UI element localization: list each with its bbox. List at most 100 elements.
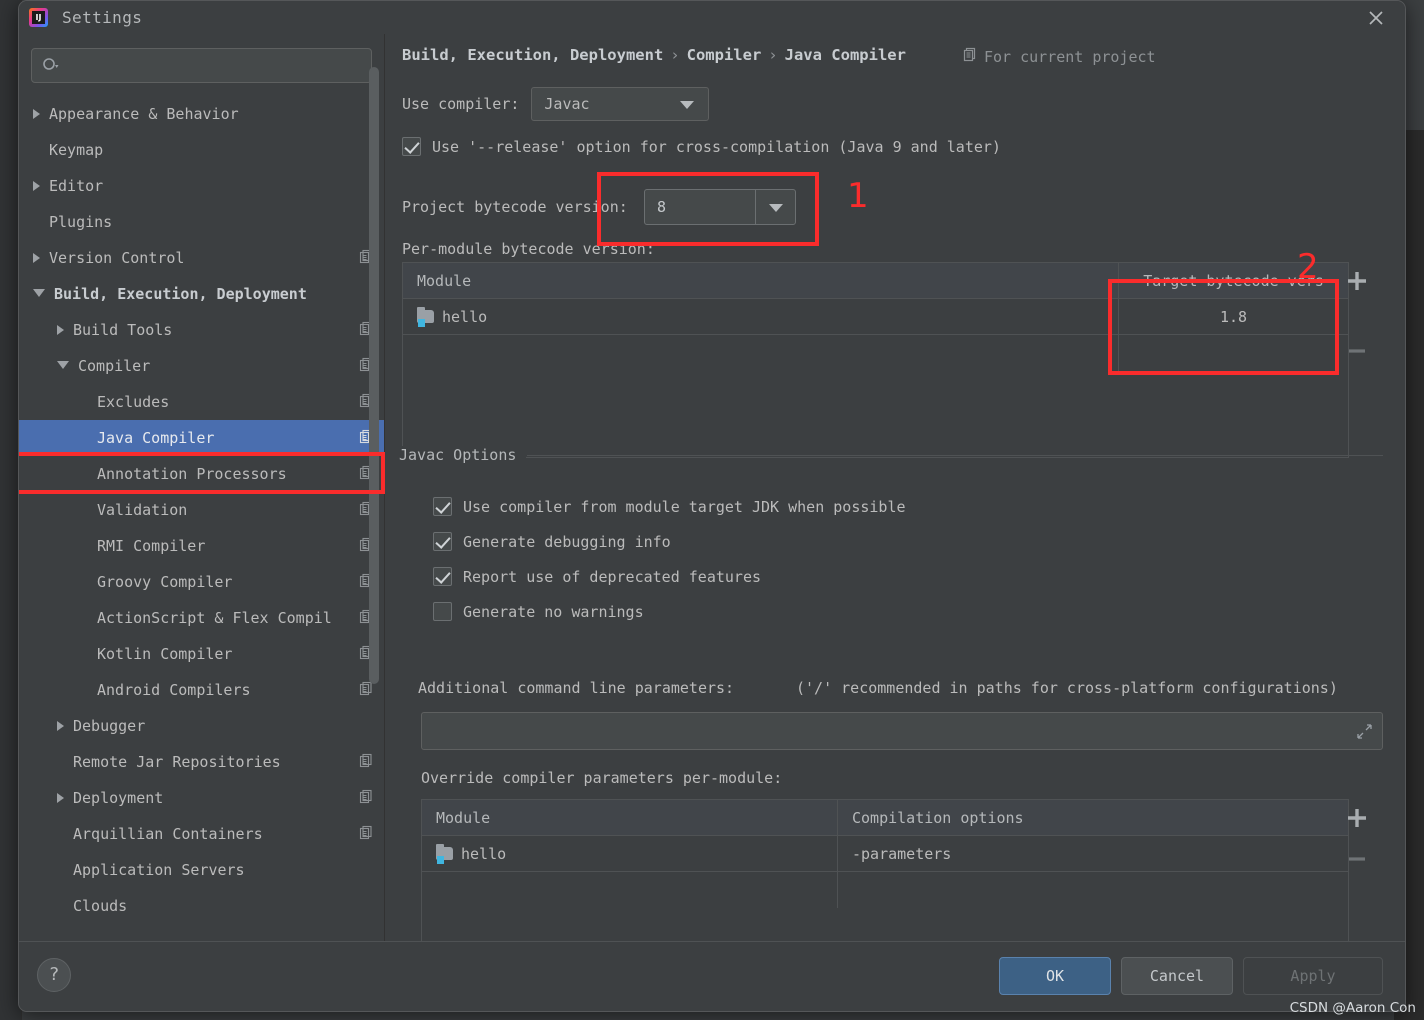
sidebar-item-kotlin-compiler[interactable]: Kotlin Compiler	[19, 636, 384, 672]
copy-scope-icon[interactable]	[359, 825, 374, 844]
sidebar-item-rmi-compiler[interactable]: RMI Compiler	[19, 528, 384, 564]
sidebar-item-groovy-compiler[interactable]: Groovy Compiler	[19, 564, 384, 600]
sidebar-item-label: Editor	[49, 177, 104, 195]
label-debug-info: Generate debugging info	[463, 532, 671, 551]
sidebar-item-label: Clouds	[73, 897, 128, 915]
close-icon[interactable]	[1361, 3, 1391, 33]
option-row-debug-info[interactable]: Generate debugging info	[433, 532, 671, 551]
watermark: CSDN @Aaron Con	[1289, 1000, 1416, 1016]
sidebar-item-editor[interactable]: Editor	[19, 168, 384, 204]
option-row-use-compiler-jdk[interactable]: Use compiler from module target JDK when…	[433, 497, 906, 516]
project-bytecode-dropdown[interactable]: 8	[644, 189, 796, 225]
copy-scope-icon[interactable]	[359, 753, 374, 772]
sidebar-item-android-compilers[interactable]: Android Compilers	[19, 672, 384, 708]
sidebar-item-build-execution-deployment[interactable]: Build, Execution, Deployment	[19, 276, 384, 312]
label-deprecated: Report use of deprecated features	[463, 567, 762, 586]
sidebar-item-plugins[interactable]: Plugins	[19, 204, 384, 240]
sidebar-item-label: Remote Jar Repositories	[73, 753, 281, 771]
sidebar-item-keymap[interactable]: Keymap	[19, 132, 384, 168]
for-current-project[interactable]: For current project	[963, 47, 1156, 66]
plus-icon-bytecode[interactable]	[1343, 267, 1371, 295]
settings-tree: Appearance & Behavior Keymap Editor Plugins…	[19, 96, 384, 942]
use-compiler-dropdown[interactable]: Javac	[531, 87, 710, 121]
sidebar-item-actionscript-flex-compil[interactable]: ActionScript & Flex Compil	[19, 600, 384, 636]
chevron-down-icon[interactable]	[33, 289, 45, 302]
sidebar-item-java-compiler[interactable]: Java Compiler	[19, 420, 384, 456]
sidebar-item-validation[interactable]: Validation	[19, 492, 384, 528]
copy-scope-icon	[963, 47, 978, 66]
column-header-module-override[interactable]: Module	[422, 800, 837, 835]
table-header-row: Module Compilation options	[422, 800, 1348, 836]
override-params-label: Override compiler parameters per-module:	[421, 769, 783, 787]
help-button[interactable]: ?	[37, 958, 71, 992]
sidebar-item-label: Java Compiler	[97, 429, 215, 447]
option-row-deprecated[interactable]: Report use of deprecated features	[433, 567, 761, 586]
option-row-no-warnings[interactable]: Generate no warnings	[433, 602, 644, 621]
table-row[interactable]: hello -parameters	[422, 836, 1348, 872]
breadcrumb-part-2[interactable]: Compiler	[687, 46, 762, 64]
expand-editor-icon[interactable]	[1357, 724, 1372, 743]
cell-module-label: hello	[442, 307, 488, 326]
release-option-row[interactable]: Use '--release' option for cross-compila…	[402, 137, 1001, 156]
sidebar-item-appearance-behavior[interactable]: Appearance & Behavior	[19, 96, 384, 132]
cell-compilation-options[interactable]: -parameters	[837, 836, 1348, 871]
column-header-compilation-options[interactable]: Compilation options	[837, 800, 1348, 835]
breadcrumb-part-1[interactable]: Build, Execution, Deployment	[402, 46, 663, 64]
use-compiler-row: Use compiler: Javac	[402, 87, 710, 121]
chevron-right-icon[interactable]	[33, 109, 40, 119]
sidebar-item-build-tools[interactable]: Build Tools	[19, 312, 384, 348]
sidebar-scrollbar[interactable]	[369, 67, 379, 684]
chevron-right-icon[interactable]	[57, 325, 64, 335]
cell-target-bytecode[interactable]: 1.8	[1118, 299, 1348, 334]
breadcrumb-separator-1: ›	[670, 46, 680, 64]
sidebar-item-label: Arquillian Containers	[73, 825, 263, 843]
checkbox-deprecated[interactable]	[433, 567, 452, 586]
sidebar-item-annotation-processors[interactable]: Annotation Processors	[19, 456, 384, 492]
release-option-checkbox[interactable]	[402, 137, 421, 156]
javac-options-legend: Javac Options	[399, 446, 527, 464]
chevron-right-icon[interactable]	[33, 181, 40, 191]
copy-scope-icon[interactable]	[359, 789, 374, 808]
project-bytecode-value: 8	[657, 198, 667, 216]
checkbox-debug-info[interactable]	[433, 532, 452, 551]
sidebar-item-label: Groovy Compiler	[97, 573, 233, 591]
sidebar-item-application-servers[interactable]: Application Servers	[19, 852, 384, 888]
sidebar-item-label: Excludes	[97, 393, 170, 411]
module-folder-icon	[436, 844, 453, 864]
plus-icon-override[interactable]	[1343, 804, 1371, 832]
release-option-label: Use '--release' option for cross-compila…	[432, 137, 1001, 156]
sidebar-item-remote-jar-repositories[interactable]: Remote Jar Repositories	[19, 744, 384, 780]
chevron-down-icon[interactable]	[57, 361, 69, 374]
cancel-button[interactable]: Cancel	[1121, 957, 1233, 995]
additional-params-label: Additional command line parameters:	[418, 679, 735, 697]
table-row[interactable]: hello 1.8	[403, 299, 1348, 335]
per-module-bytecode-table: Module Target bytecode vers hello 1.8	[402, 262, 1349, 458]
cell-empty-module	[403, 335, 1118, 371]
sidebar-item-label: Compiler	[78, 357, 151, 375]
sidebar-item-clouds[interactable]: Clouds	[19, 888, 384, 924]
chevron-right-icon[interactable]	[57, 793, 64, 803]
chevron-right-icon[interactable]	[33, 253, 40, 263]
additional-params-input[interactable]	[421, 712, 1383, 750]
sidebar-item-deployment[interactable]: Deployment	[19, 780, 384, 816]
settings-sidebar: Appearance & Behavior Keymap Editor Plugins…	[19, 34, 385, 942]
sidebar-item-excludes[interactable]: Excludes	[19, 384, 384, 420]
apply-button: Apply	[1243, 957, 1383, 995]
sidebar-search-wrapper	[19, 34, 384, 83]
search-box[interactable]	[31, 48, 372, 83]
sidebar-item-version-control[interactable]: Version Control	[19, 240, 384, 276]
minus-icon-override[interactable]	[1343, 845, 1371, 873]
sidebar-item-arquillian-containers[interactable]: Arquillian Containers	[19, 816, 384, 852]
chevron-down-icon[interactable]	[755, 190, 795, 224]
sidebar-item-debugger[interactable]: Debugger	[19, 708, 384, 744]
chevron-right-icon[interactable]	[57, 721, 64, 731]
minus-icon-bytecode[interactable]	[1343, 337, 1371, 365]
ok-button[interactable]: OK	[999, 957, 1111, 995]
column-header-module[interactable]: Module	[403, 263, 1118, 298]
checkbox-no-warnings[interactable]	[433, 602, 452, 621]
breadcrumb-part-3: Java Compiler	[784, 46, 906, 64]
sidebar-item-compiler[interactable]: Compiler	[19, 348, 384, 384]
checkbox-use-compiler-jdk[interactable]	[433, 497, 452, 516]
search-input[interactable]	[59, 56, 371, 75]
intellij-idea-logo-icon	[29, 8, 48, 27]
